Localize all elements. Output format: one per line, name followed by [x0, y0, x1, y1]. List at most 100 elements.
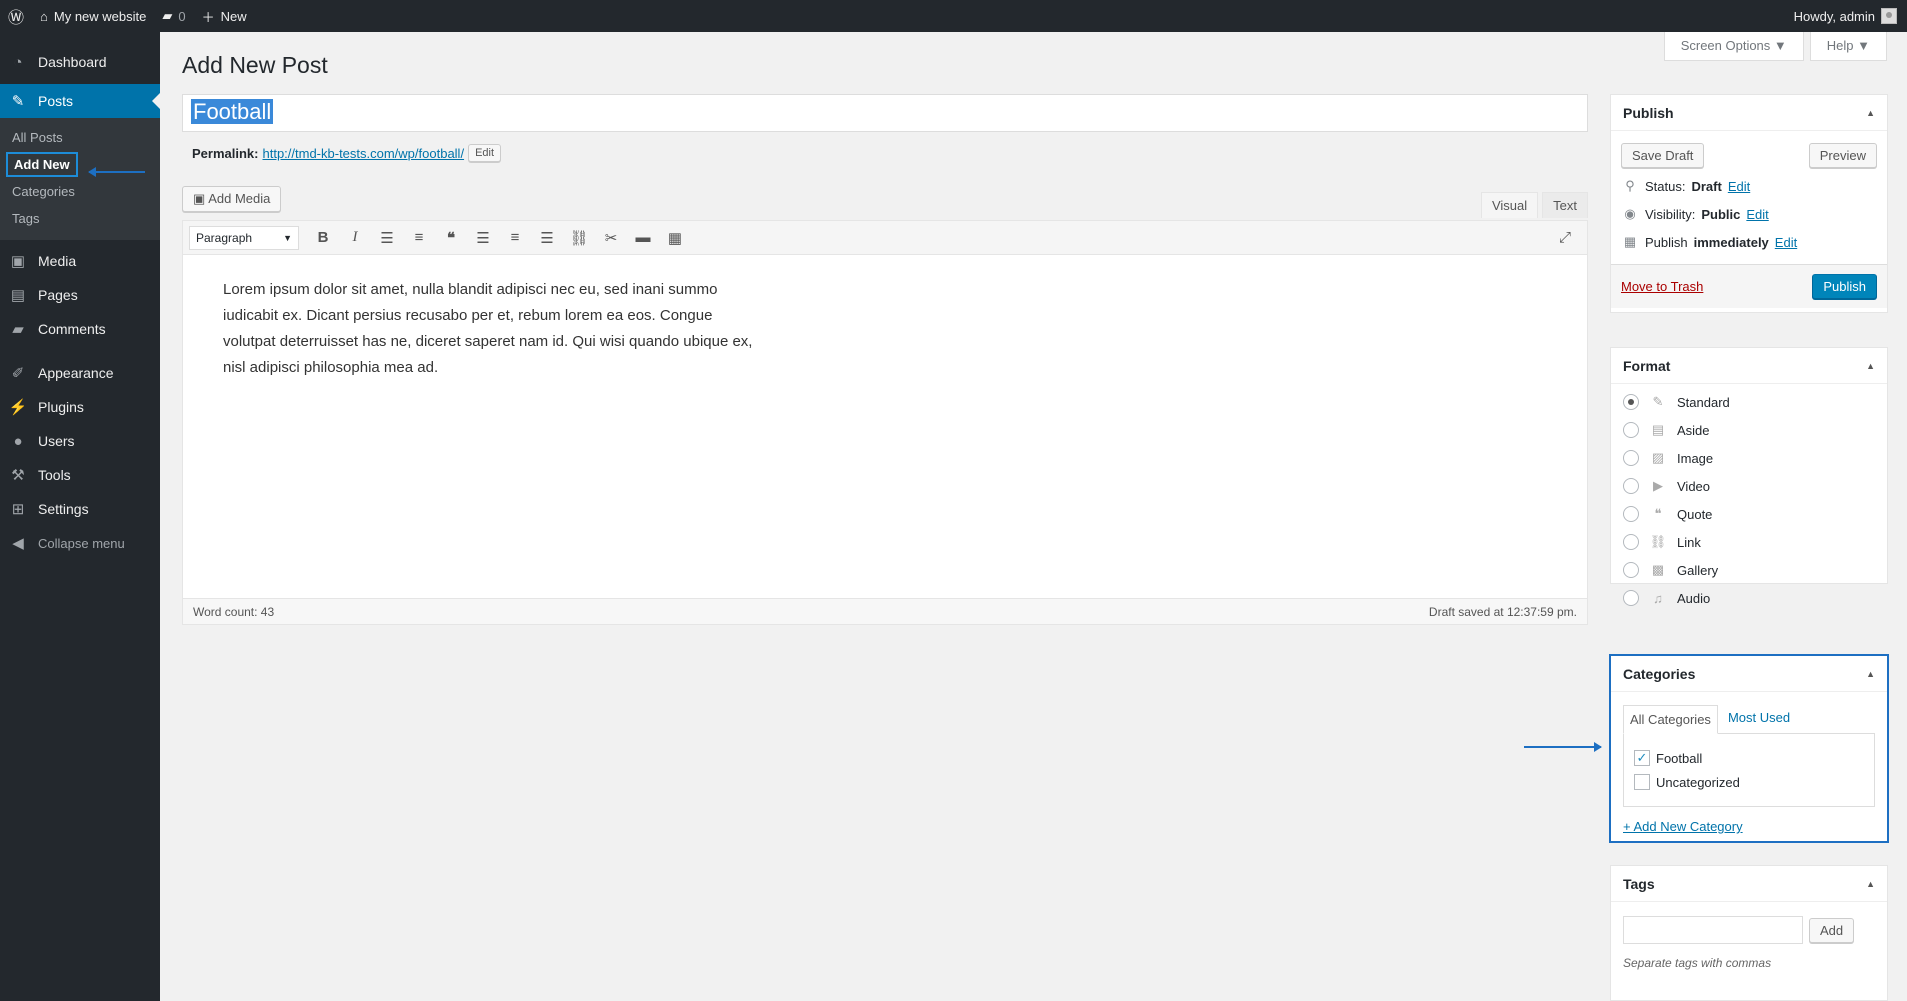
- align-left-icon[interactable]: ☰: [467, 229, 499, 247]
- tags-box-header[interactable]: Tags ▲: [1611, 866, 1887, 902]
- eye-icon: ◉: [1624, 206, 1636, 221]
- sidebar-item-comments[interactable]: ▰ Comments: [0, 312, 160, 346]
- status-edit-link[interactable]: Edit: [1728, 179, 1750, 194]
- post-editor: Paragraph ▼ B I ☰ ≡ ❝ ☰ ≡ ☰ ⛓ ✂ ▬ ▦ ⤢ Lo…: [182, 220, 1588, 599]
- tag-input[interactable]: [1623, 916, 1803, 944]
- publish-box-header[interactable]: Publish ▲: [1611, 95, 1887, 131]
- bold-icon[interactable]: B: [307, 229, 339, 246]
- format-option-audio[interactable]: ♫ Audio: [1611, 584, 1887, 612]
- add-tag-button[interactable]: Add: [1809, 917, 1855, 943]
- collapse-arrow-icon[interactable]: ▲: [1866, 361, 1875, 371]
- sidebar-item-users[interactable]: ● Users: [0, 424, 160, 458]
- radio-audio[interactable]: [1623, 590, 1639, 606]
- remove-link-icon[interactable]: ✂: [595, 229, 627, 247]
- comments-link[interactable]: ▰ 0: [154, 0, 193, 32]
- collapse-menu-button[interactable]: ◀ Collapse menu: [0, 526, 160, 560]
- preview-button[interactable]: Preview: [1808, 143, 1877, 168]
- format-option-aside[interactable]: ▤ Aside: [1611, 416, 1887, 444]
- category-checkbox-football[interactable]: ✓: [1634, 750, 1650, 766]
- align-center-icon[interactable]: ≡: [499, 229, 531, 246]
- radio-gallery[interactable]: [1623, 562, 1639, 578]
- collapse-arrow-icon[interactable]: ▲: [1866, 669, 1875, 679]
- sidebar-item-label: Media: [38, 253, 77, 269]
- format-option-link[interactable]: ⛓ Link: [1611, 528, 1887, 556]
- submenu-add-new[interactable]: Add New: [0, 151, 160, 178]
- post-title-input[interactable]: Football: [182, 94, 1588, 132]
- tab-most-used[interactable]: Most Used: [1722, 704, 1796, 733]
- radio-aside[interactable]: [1623, 422, 1639, 438]
- permalink-link[interactable]: http://tmd-kb-tests.com/wp/football/: [262, 146, 464, 161]
- category-item-uncategorized[interactable]: Uncategorized: [1634, 770, 1864, 794]
- sidebar-item-tools[interactable]: ⚒ Tools: [0, 458, 160, 492]
- category-tabs: All Categories Most Used: [1623, 704, 1875, 734]
- permalink-label: Permalink:: [192, 145, 259, 161]
- add-media-button[interactable]: ▣ Add Media: [182, 186, 282, 212]
- radio-quote[interactable]: [1623, 506, 1639, 522]
- collapse-arrow-icon[interactable]: ▲: [1866, 108, 1875, 118]
- pushpin-icon: ✎: [1652, 394, 1664, 409]
- tab-visual[interactable]: Visual: [1480, 192, 1539, 218]
- permalink-edit-button[interactable]: Edit: [468, 144, 502, 162]
- radio-standard[interactable]: [1623, 394, 1639, 410]
- plus-icon: ＋: [201, 9, 215, 25]
- tab-all-categories[interactable]: All Categories: [1623, 705, 1718, 734]
- format-option-quote[interactable]: ❝ Quote: [1611, 500, 1887, 528]
- comments-count: 0: [178, 8, 186, 24]
- account-menu[interactable]: Howdy, admin: [1786, 0, 1907, 32]
- format-option-image[interactable]: ▨ Image: [1611, 444, 1887, 472]
- schedule-edit-link[interactable]: Edit: [1775, 235, 1797, 250]
- tab-text[interactable]: Text: [1542, 192, 1588, 218]
- status-row: ⚲ Status: Draft Edit: [1611, 172, 1887, 200]
- radio-video[interactable]: [1623, 478, 1639, 494]
- visibility-label: Visibility:: [1645, 206, 1696, 222]
- sidebar-item-appearance[interactable]: ✐ Appearance: [0, 356, 160, 390]
- format-box-header[interactable]: Format ▲: [1611, 348, 1887, 384]
- bullet-list-icon[interactable]: ☰: [371, 229, 403, 247]
- read-more-icon[interactable]: ▬: [627, 229, 659, 246]
- sidebar-item-posts[interactable]: ✎ Posts: [0, 84, 160, 118]
- categories-box-header[interactable]: Categories ▲: [1611, 656, 1887, 692]
- wordpress-logo-icon[interactable]: Ⓦ: [0, 0, 32, 32]
- new-content-link[interactable]: ＋ New: [194, 0, 255, 32]
- radio-image[interactable]: [1623, 450, 1639, 466]
- submenu-categories[interactable]: Categories: [0, 178, 160, 205]
- blockquote-icon[interactable]: ❝: [435, 229, 467, 247]
- screen-options-button[interactable]: Screen Options ▼: [1663, 32, 1804, 61]
- sidebar-item-label: Pages: [38, 287, 78, 303]
- sidebar-item-settings[interactable]: ⊞ Settings: [0, 492, 160, 526]
- dashboard-icon: ◔: [13, 53, 23, 71]
- site-name-link[interactable]: ⌂ My new website: [32, 0, 154, 32]
- toolbar-toggle-icon[interactable]: ▦: [659, 229, 691, 247]
- insert-link-icon[interactable]: ⛓: [563, 229, 595, 247]
- add-new-category-link[interactable]: + Add New Category: [1623, 819, 1875, 834]
- format-option-standard[interactable]: ✎ Standard: [1611, 388, 1887, 416]
- howdy-text: Howdy, admin: [1793, 8, 1875, 24]
- editor-content[interactable]: Lorem ipsum dolor sit amet, nulla blandi…: [183, 255, 803, 403]
- align-right-icon[interactable]: ☰: [531, 229, 563, 247]
- tag-input-row: Add: [1611, 902, 1887, 944]
- tag-hint: Separate tags with commas: [1623, 956, 1772, 970]
- category-item-football[interactable]: ✓ Football: [1634, 746, 1864, 770]
- move-to-trash-link[interactable]: Move to Trash: [1621, 279, 1703, 294]
- numbered-list-icon[interactable]: ≡: [403, 229, 435, 246]
- italic-icon[interactable]: I: [339, 229, 371, 246]
- sidebar-item-media[interactable]: ▣ Media: [0, 244, 160, 278]
- submenu-tags[interactable]: Tags: [0, 205, 160, 232]
- format-option-video[interactable]: ▶ Video: [1611, 472, 1887, 500]
- pin-icon: ⚲: [1625, 178, 1635, 193]
- publish-button[interactable]: Publish: [1812, 274, 1877, 299]
- radio-link[interactable]: [1623, 534, 1639, 550]
- help-button[interactable]: Help ▼: [1809, 32, 1887, 61]
- sidebar-item-pages[interactable]: ▤ Pages: [0, 278, 160, 312]
- draft-saved-status: Draft saved at 12:37:59 pm.: [1428, 604, 1577, 619]
- collapse-arrow-icon[interactable]: ▲: [1866, 879, 1875, 889]
- format-option-gallery[interactable]: ▩ Gallery: [1611, 556, 1887, 584]
- fullscreen-icon[interactable]: ⤢: [1549, 229, 1581, 246]
- visibility-edit-link[interactable]: Edit: [1746, 207, 1768, 222]
- save-draft-button[interactable]: Save Draft: [1621, 143, 1705, 168]
- sidebar-item-plugins[interactable]: ⚡ Plugins: [0, 390, 160, 424]
- paragraph-format-select[interactable]: Paragraph ▼: [189, 225, 299, 250]
- sidebar-item-dashboard[interactable]: ◔ Dashboard: [0, 45, 160, 79]
- category-checkbox-uncategorized[interactable]: [1634, 774, 1650, 790]
- submenu-all-posts[interactable]: All Posts: [0, 124, 160, 151]
